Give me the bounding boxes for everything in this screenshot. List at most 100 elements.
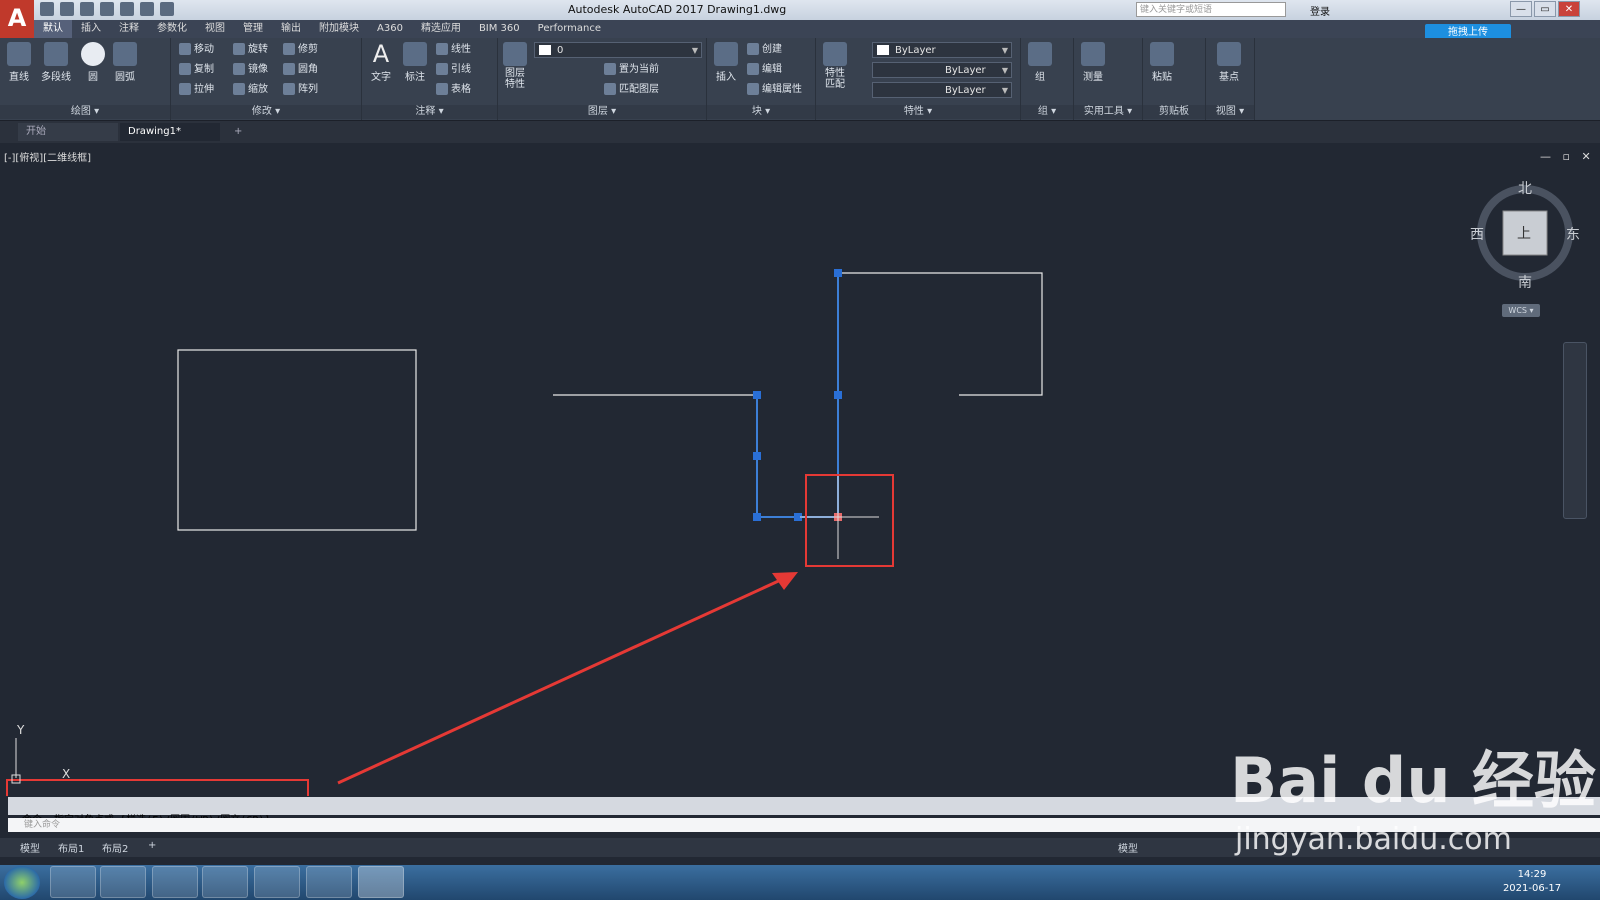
start-button[interactable] <box>4 866 40 899</box>
tab-start[interactable]: 开始 <box>18 123 118 141</box>
west-label[interactable]: 西 <box>1470 224 1484 244</box>
viewport-label[interactable]: [-][俯视][二维线框] <box>4 149 91 164</box>
tab-drawing1[interactable]: Drawing1* <box>120 123 220 141</box>
modify-panel-title[interactable]: 修改 ▾ <box>171 105 361 119</box>
line-button[interactable]: 直线 <box>4 42 34 83</box>
rectangle-shape[interactable] <box>177 349 417 531</box>
tab-annotate[interactable]: 注释 <box>110 20 148 38</box>
wcs-menu[interactable]: WCS ▾ <box>1502 304 1540 317</box>
search-input[interactable]: 键入关键字或短语 <box>1136 2 1286 17</box>
north-label[interactable]: 北 <box>1518 178 1532 198</box>
leader-button[interactable]: 引线 <box>436 62 471 78</box>
tab-manage[interactable]: 管理 <box>234 20 272 38</box>
edit-block-button[interactable]: 编辑 <box>747 62 782 78</box>
model-space-toggle[interactable]: 模型 <box>1118 840 1138 855</box>
tab-model[interactable]: 模型 <box>20 840 40 855</box>
print-icon[interactable] <box>120 2 134 16</box>
annotation-panel-title[interactable]: 注释 ▾ <box>362 105 497 119</box>
selected-polyline-lower[interactable] <box>756 395 838 518</box>
groups-panel-title[interactable]: 组 ▾ <box>1021 105 1073 119</box>
layer-properties-button[interactable]: 图层 特性 <box>500 42 530 90</box>
login-button[interactable]: 登录 <box>1310 3 1330 18</box>
arc-button[interactable]: 圆弧 <box>110 42 140 83</box>
tab-view[interactable]: 视图 <box>196 20 234 38</box>
east-label[interactable]: 东 <box>1566 224 1580 244</box>
lineweight-dropdown[interactable]: ByLayer ▼ <box>872 82 1012 98</box>
tab-bim360[interactable]: BIM 360 <box>470 20 529 38</box>
save-icon[interactable] <box>80 2 94 16</box>
match-properties-button[interactable]: 特性 匹配 <box>820 42 850 90</box>
draw-panel-title[interactable]: 绘图 ▾ <box>0 105 170 119</box>
tab-layout2[interactable]: 布局2 <box>102 840 128 855</box>
properties-panel-title[interactable]: 特性 ▾ <box>816 105 1020 119</box>
tab-addins[interactable]: 附加模块 <box>310 20 368 38</box>
measure-button[interactable]: 测量 <box>1078 42 1108 83</box>
layers-panel-title[interactable]: 图层 ▾ <box>498 105 706 119</box>
table-button[interactable]: 表格 <box>436 82 471 98</box>
grip-point[interactable] <box>753 452 761 460</box>
grip-point[interactable] <box>753 391 761 399</box>
create-block-button[interactable]: 创建 <box>747 42 782 58</box>
add-tab-button[interactable]: + <box>230 123 250 141</box>
taskbar-autocad-icon[interactable] <box>358 866 404 898</box>
tab-parametric[interactable]: 参数化 <box>148 20 196 38</box>
base-point-button[interactable]: 基点 <box>1214 42 1244 83</box>
open-file-icon[interactable] <box>60 2 74 16</box>
open-rectangle-shape[interactable] <box>838 272 1043 396</box>
tab-performance[interactable]: Performance <box>529 20 610 38</box>
edit-attributes-button[interactable]: 编辑属性 <box>747 82 802 98</box>
circle-button[interactable]: 圆 <box>78 42 108 83</box>
drawing-canvas[interactable]: Y X <box>0 143 1600 796</box>
block-panel-title[interactable]: 块 ▾ <box>707 105 815 119</box>
tab-default[interactable]: 默认 <box>34 20 72 38</box>
viewcube[interactable]: 北 南 东 西 上 <box>1470 178 1580 291</box>
taskbar-app-icon[interactable] <box>306 866 352 898</box>
fillet-button[interactable]: 圆角 <box>283 62 318 78</box>
taskbar-app-icon[interactable] <box>152 866 198 898</box>
tab-a360[interactable]: A360 <box>368 20 412 38</box>
taskbar-app-icon[interactable] <box>50 866 96 898</box>
dimension-button[interactable]: 标注 <box>400 42 430 83</box>
group-button[interactable]: 组 <box>1025 42 1055 83</box>
navigation-bar[interactable] <box>1563 342 1587 519</box>
taskbar-app-icon[interactable] <box>202 866 248 898</box>
maximize-button[interactable]: ▭ <box>1534 1 1556 17</box>
taskbar-app-icon[interactable] <box>254 866 300 898</box>
copy-button[interactable]: 复制 <box>179 62 214 78</box>
tab-featured-apps[interactable]: 精选应用 <box>412 20 470 38</box>
undo-icon[interactable] <box>140 2 154 16</box>
text-button[interactable]: A 文字 <box>366 42 396 83</box>
tab-output[interactable]: 输出 <box>272 20 310 38</box>
new-file-icon[interactable] <box>40 2 54 16</box>
move-button[interactable]: 移动 <box>179 42 214 58</box>
app-menu-button[interactable]: A <box>0 0 34 38</box>
layer-dropdown[interactable]: 0 ▼ <box>534 42 702 58</box>
tab-layout1[interactable]: 布局1 <box>58 840 84 855</box>
linetype-dropdown[interactable]: ByLayer ▼ <box>872 62 1012 78</box>
grip-point[interactable] <box>834 391 842 399</box>
stretch-button[interactable]: 拉伸 <box>179 82 214 98</box>
set-current-button[interactable]: 置为当前 <box>604 62 659 78</box>
insert-button[interactable]: 插入 <box>711 42 741 83</box>
save-as-icon[interactable] <box>100 2 114 16</box>
top-face-label[interactable]: 上 <box>1517 223 1531 243</box>
mirror-button[interactable]: 镜像 <box>233 62 268 78</box>
view-panel-title[interactable]: 视图 ▾ <box>1206 105 1254 119</box>
minimize-button[interactable]: — <box>1510 1 1532 17</box>
polyline-button[interactable]: 多段线 <box>38 42 74 83</box>
match-layer-button[interactable]: 匹配图层 <box>604 82 659 98</box>
add-layout-button[interactable]: + <box>148 840 156 851</box>
rotate-button[interactable]: 旋转 <box>233 42 268 58</box>
paste-button[interactable]: 粘贴 <box>1147 42 1177 83</box>
viewport-controls[interactable]: — ▫ ✕ <box>1540 150 1595 163</box>
taskbar-app-icon[interactable] <box>100 866 146 898</box>
system-clock[interactable]: 14:29 2021-06-17 <box>1502 868 1562 896</box>
scale-button[interactable]: 缩放 <box>233 82 268 98</box>
redo-icon[interactable] <box>160 2 174 16</box>
grip-point[interactable] <box>753 513 761 521</box>
trim-button[interactable]: 修剪 <box>283 42 318 58</box>
tab-insert[interactable]: 插入 <box>72 20 110 38</box>
linear-button[interactable]: 线性 <box>436 42 471 58</box>
close-button[interactable]: ✕ <box>1558 1 1580 17</box>
array-button[interactable]: 阵列 <box>283 82 318 98</box>
